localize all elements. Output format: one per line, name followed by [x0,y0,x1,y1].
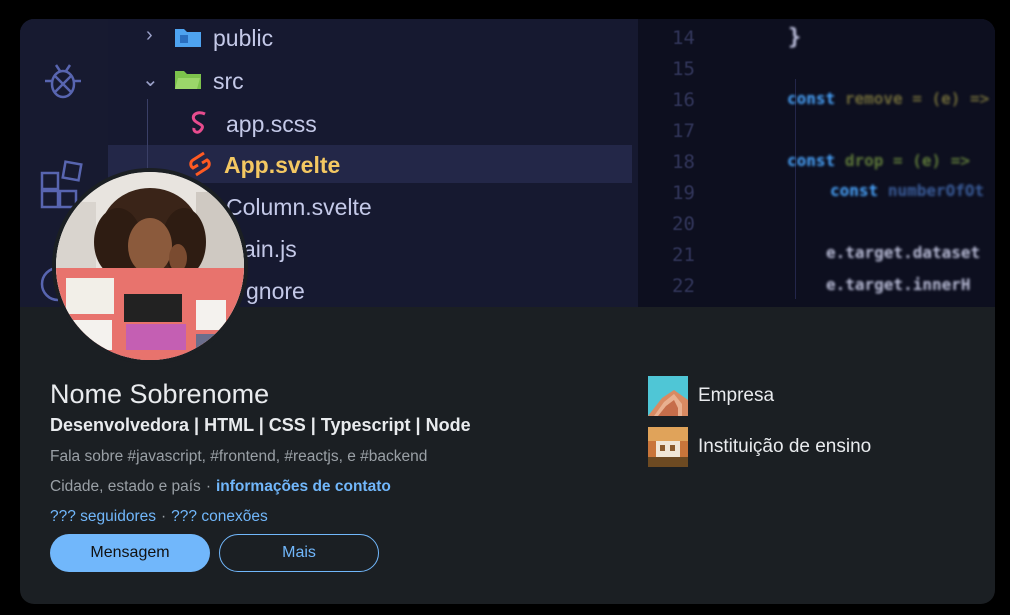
company-name: Empresa [698,385,775,406]
avatar-photo [56,172,244,360]
debug-bug-icon [45,64,81,99]
code-brace: } [788,25,802,50]
message-button[interactable]: Mensagem [50,534,210,572]
separator-dot: · [161,508,167,525]
code-line-3: const numberOfOt [830,181,985,200]
line-number: 20 [672,213,695,235]
profile-headline: Desenvolvedora | HTML | CSS | Typescript… [50,415,471,435]
sass-file-icon [191,111,206,134]
profile-name: Nome Sobrenome [50,379,270,409]
profile-about: Fala sobre #javascript, #frontend, #reac… [50,448,428,465]
profile-location: Cidade, estado e país [50,478,201,495]
profile-avatar[interactable] [52,168,248,364]
school-entry[interactable]: Instituição de ensino [648,427,871,467]
tree-item-gitignore: gnore [246,278,305,304]
line-number: 19 [672,182,695,204]
more-button[interactable]: Mais [219,534,379,572]
connections-link[interactable]: ??? conexões [171,508,268,525]
tree-item-column-svelte: Column.svelte [226,194,372,220]
code-line-1: const remove = (e) => [787,89,990,108]
chevron-right-icon: › [146,24,153,46]
profile-location-row: Cidade, estado e país · informações de con… [50,478,391,496]
line-number: 16 [672,89,695,111]
chevron-down-icon: ⌄ [142,69,159,91]
line-number: 21 [672,244,695,266]
code-line-4: e.target.dataset [826,243,981,262]
line-number: 17 [672,120,695,142]
line-number: 15 [672,58,695,80]
folder-icon [175,29,201,47]
tree-item-src: src [213,68,244,94]
school-logo-icon [648,427,688,467]
followers-link[interactable]: ??? seguidores [50,508,156,525]
profile-network-row: ??? seguidores ·??? conexões [50,508,268,526]
line-number: 14 [672,27,695,49]
company-entry[interactable]: Empresa [648,376,774,416]
profile-card: › public ⌄ src app.scss App.svelte Colum… [20,19,995,604]
contact-info-link[interactable]: informações de contato [216,478,391,495]
tree-item-app-scss: app.scss [226,111,317,137]
open-folder-icon [175,71,201,89]
tree-item-main-js: ain.js [243,236,297,262]
tree-item-public: public [213,25,274,51]
school-name: Instituição de ensino [698,436,872,457]
svelte-file-icon [189,151,211,177]
line-number: 18 [672,151,695,173]
code-line-5: e.target.innerH [826,275,971,294]
code-indent-guide [795,79,796,299]
company-logo-icon [648,376,688,416]
line-number: 22 [672,275,695,297]
code-line-2: const drop = (e) => [787,151,971,170]
separator-dot: · [205,478,211,495]
tree-item-app-svelte: App.svelte [224,152,341,178]
